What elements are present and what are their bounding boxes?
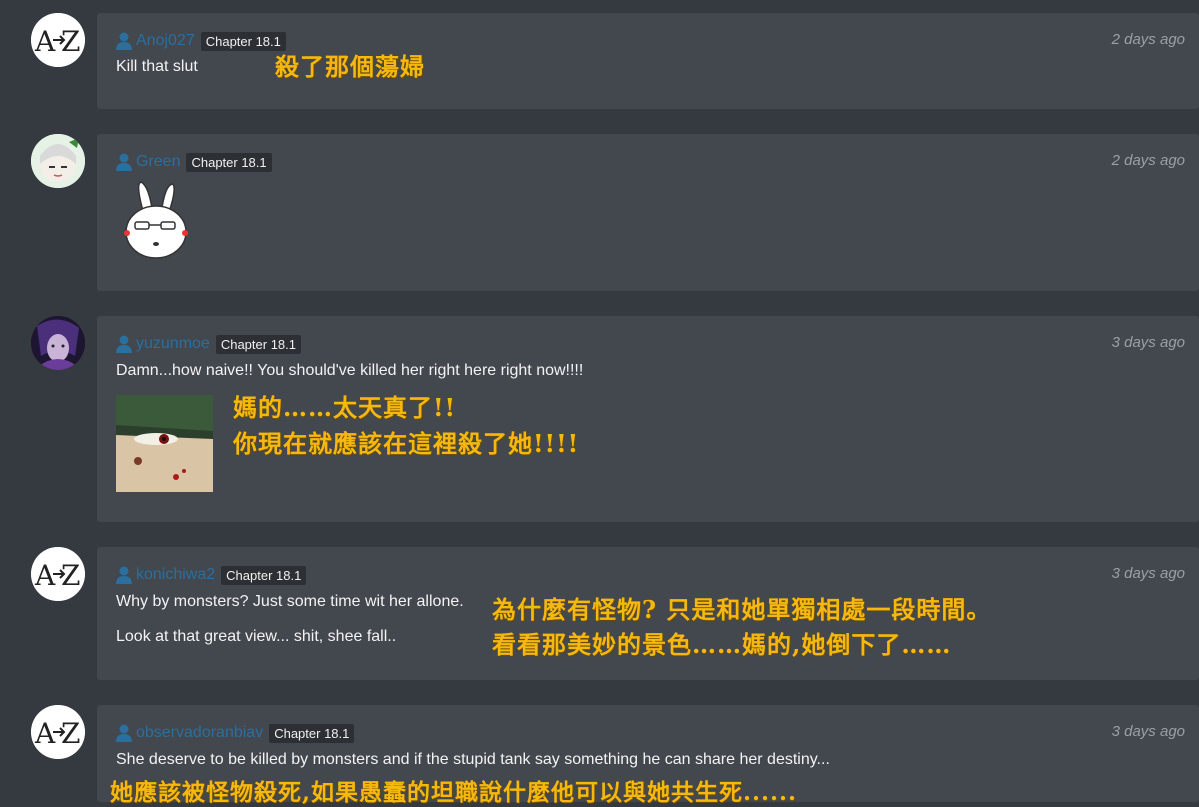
user-icon xyxy=(116,153,132,171)
username-link[interactable]: Anoj027 xyxy=(136,32,195,50)
a-to-z-logo-icon: A Z xyxy=(31,705,85,759)
comment-text: Look at that great view... shit, shee fa… xyxy=(116,628,397,645)
comment-header: observadoranbiav Chapter 18.1 xyxy=(116,723,355,743)
translation-text: 為什麼有怪物? 只是和她單獨相處一段時間。 xyxy=(492,595,992,624)
comment-card: yuzunmoe Chapter 18.1 3 days ago Damn...… xyxy=(97,316,1199,522)
a-to-z-logo-icon: A Z xyxy=(31,13,85,67)
avatar[interactable] xyxy=(31,134,85,188)
svg-text:Z: Z xyxy=(61,25,80,58)
avatar[interactable]: A Z xyxy=(31,705,85,759)
comment-time: 3 days ago xyxy=(1111,565,1185,582)
comment-header: konichiwa2 Chapter 18.1 xyxy=(116,565,307,585)
username-link[interactable]: konichiwa2 xyxy=(136,566,215,584)
comment-text: She deserve to be killed by monsters and… xyxy=(116,751,830,768)
chapter-badge[interactable]: Chapter 18.1 xyxy=(215,334,301,354)
user-icon xyxy=(116,335,132,353)
anime-girl-avatar-icon xyxy=(31,134,85,188)
avatar[interactable]: A Z xyxy=(31,13,85,67)
comment-text: Why by monsters? Just some time wit her … xyxy=(116,593,464,610)
avatar[interactable]: A Z xyxy=(31,547,85,601)
chapter-badge[interactable]: Chapter 18.1 xyxy=(186,152,272,172)
user-icon xyxy=(116,724,132,742)
svg-text:A: A xyxy=(34,25,56,58)
comment-header: Green Chapter 18.1 xyxy=(116,152,272,172)
translation-text: 媽的……太天真了!! xyxy=(233,393,457,422)
comment-header: Anoj027 Chapter 18.1 xyxy=(116,31,286,51)
avatar[interactable] xyxy=(31,316,85,370)
comment-time: 2 days ago xyxy=(1111,31,1185,48)
comment-card: Green Chapter 18.1 2 days ago xyxy=(97,134,1199,291)
comment-header: yuzunmoe Chapter 18.1 xyxy=(116,334,301,354)
a-to-z-logo-icon: A Z xyxy=(31,547,85,601)
chapter-badge[interactable]: Chapter 18.1 xyxy=(269,723,355,743)
username-link[interactable]: yuzunmoe xyxy=(136,335,210,353)
comment-time: 3 days ago xyxy=(1111,723,1185,740)
comment-card: konichiwa2 Chapter 18.1 3 days ago Why b… xyxy=(97,547,1199,680)
comment-text: Damn...how naive!! You should've killed … xyxy=(116,362,584,379)
chapter-badge[interactable]: Chapter 18.1 xyxy=(221,565,307,585)
svg-text:Z: Z xyxy=(61,559,80,592)
comment-text: Kill that slut xyxy=(116,58,198,75)
chapter-badge[interactable]: Chapter 18.1 xyxy=(200,31,286,51)
comment-time: 3 days ago xyxy=(1111,334,1185,351)
translation-text: 你現在就應該在這裡殺了她!!!! xyxy=(233,429,580,458)
user-icon xyxy=(116,566,132,584)
username-link[interactable]: observadoranbiav xyxy=(136,724,263,742)
comment-time: 2 days ago xyxy=(1111,152,1185,169)
svg-text:A: A xyxy=(34,717,56,750)
svg-text:Z: Z xyxy=(61,717,80,750)
translation-text: 看看那美妙的景色……媽的,她倒下了…… xyxy=(492,630,952,659)
dark-character-avatar-icon xyxy=(31,316,85,370)
translation-text: 殺了那個蕩婦 xyxy=(275,52,425,81)
svg-text:A: A xyxy=(34,559,56,592)
white-rabbit-sticker-icon xyxy=(124,181,188,259)
comment-card: Anoj027 Chapter 18.1 2 days ago Kill tha… xyxy=(97,13,1199,109)
meme-face-image-icon[interactable] xyxy=(116,395,213,492)
user-icon xyxy=(116,32,132,50)
username-link[interactable]: Green xyxy=(136,153,180,171)
